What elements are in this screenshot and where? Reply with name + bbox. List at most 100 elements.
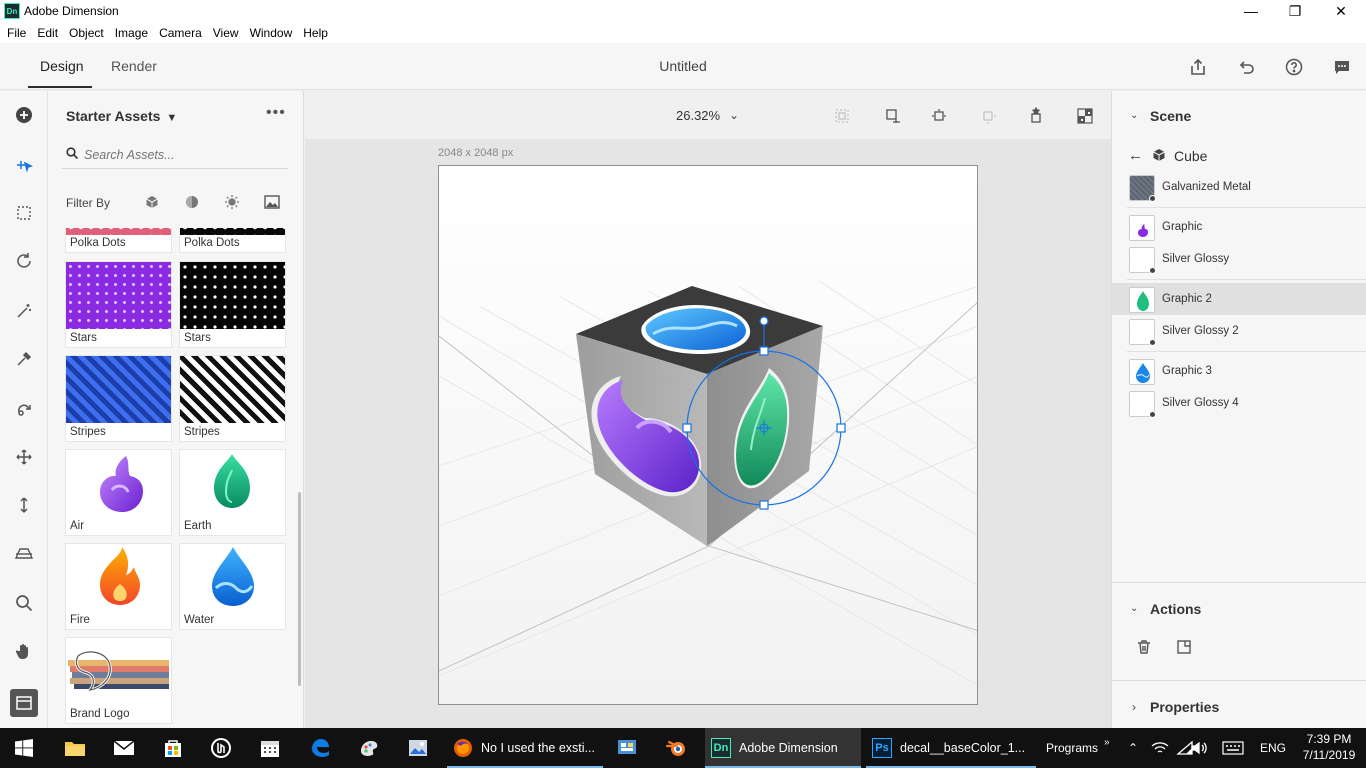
edge-browser-icon[interactable] — [300, 728, 340, 768]
canvas-toolbar: 26.32% ⌄ — [305, 91, 1111, 139]
help-icon[interactable] — [1282, 55, 1306, 79]
assets-scrollbar[interactable] — [298, 492, 301, 686]
add-content-icon[interactable] — [10, 101, 38, 129]
windows-start-icon[interactable] — [4, 728, 44, 768]
scene-item-graphic-2[interactable]: Graphic 2 — [1112, 283, 1366, 315]
mail-icon[interactable] — [104, 728, 144, 768]
paint-app-icon[interactable] — [349, 728, 389, 768]
frame-all-icon[interactable] — [831, 105, 853, 127]
asset-card-fire[interactable]: Fire — [65, 543, 172, 630]
place-on-ground-icon[interactable] — [1025, 105, 1047, 127]
file-explorer-icon[interactable] — [55, 728, 95, 768]
chevron-down-icon: ▼ — [166, 112, 178, 124]
image-viewer-icon[interactable] — [398, 728, 438, 768]
taskbar-app-firefox[interactable]: No I used the exsti... — [447, 728, 603, 768]
blender-icon[interactable] — [656, 728, 696, 768]
scene-item-graphic-3[interactable]: Graphic 3 — [1112, 355, 1366, 387]
expand-properties-chevron-icon[interactable]: › — [1132, 700, 1136, 714]
scene-item-silver-glossy-2[interactable]: Silver Glossy 2 — [1112, 315, 1366, 347]
asset-label: Stars — [184, 332, 211, 344]
network-icon[interactable] — [1150, 728, 1170, 768]
zoom-dropdown-chevron-icon[interactable]: ⌄ — [729, 108, 739, 122]
panel-toggle-icon[interactable] — [10, 689, 38, 717]
asset-card-polka-dots-black[interactable]: Polka Dots — [179, 228, 286, 253]
minimize-button[interactable]: — — [1228, 0, 1274, 22]
menu-file[interactable]: File — [7, 26, 26, 40]
unreal-engine-icon[interactable] — [201, 728, 241, 768]
menu-window[interactable]: Window — [250, 26, 293, 40]
zoom-tool-icon[interactable] — [10, 589, 38, 617]
keyboard-icon[interactable] — [1222, 728, 1244, 768]
tray-overflow-chevron-icon[interactable]: ⌃ — [1128, 728, 1138, 768]
air-graphic-swatch — [1129, 215, 1155, 241]
programs-toolbar[interactable]: Programs — [1046, 728, 1098, 768]
align-to-surface-icon[interactable] — [928, 105, 950, 127]
drop-to-surface-icon[interactable] — [977, 105, 999, 127]
starter-assets-dropdown[interactable]: Starter Assets ▼ — [66, 108, 177, 124]
eyedropper-icon[interactable] — [10, 345, 38, 373]
collapse-scene-chevron-icon[interactable]: ⌄ — [1130, 110, 1138, 121]
restore-button[interactable]: ❐ — [1272, 0, 1318, 22]
asset-card-stripes-blue[interactable]: Stripes — [65, 355, 172, 442]
viewport-canvas[interactable] — [438, 165, 978, 705]
asset-card-air[interactable]: Air — [65, 449, 172, 536]
asset-card-stars-black[interactable]: Stars — [179, 261, 286, 348]
clock-date[interactable]: 7/11/2019 — [1296, 748, 1362, 762]
filter-images-icon[interactable] — [264, 194, 280, 210]
collapse-actions-chevron-icon[interactable]: ⌄ — [1130, 603, 1138, 614]
asset-card-stripes-black[interactable]: Stripes — [179, 355, 286, 442]
share-icon[interactable] — [1186, 55, 1210, 79]
hand-tool-icon[interactable] — [10, 637, 38, 665]
move-to-ground-icon[interactable] — [882, 105, 904, 127]
close-button[interactable]: ✕ — [1318, 0, 1364, 22]
select-tool-icon[interactable] — [10, 151, 38, 179]
scene-item-graphic[interactable]: Graphic — [1112, 211, 1366, 243]
language-indicator[interactable]: ENG — [1260, 728, 1286, 768]
place-image-icon[interactable] — [1176, 639, 1192, 658]
orbit-camera-icon[interactable] — [10, 247, 38, 275]
menu-camera[interactable]: Camera — [159, 26, 202, 40]
asset-card-brand-logo[interactable]: Brand Logo — [65, 637, 172, 724]
delete-icon[interactable] — [1136, 639, 1152, 658]
pan-camera-icon[interactable] — [10, 443, 38, 471]
calendar-icon[interactable] — [250, 728, 290, 768]
filter-lights-icon[interactable] — [224, 194, 240, 210]
undo-icon[interactable] — [1234, 55, 1258, 79]
asset-card-earth[interactable]: Earth — [179, 449, 286, 536]
zoom-level[interactable]: 26.32% — [676, 108, 720, 123]
filter-models-icon[interactable] — [144, 194, 160, 210]
volume-icon[interactable] — [1190, 728, 1208, 768]
control-panel-icon[interactable] — [607, 728, 647, 768]
magic-wand-icon[interactable] — [10, 297, 38, 325]
clock-time[interactable]: 7:39 PM — [1296, 732, 1362, 746]
asset-label: Stripes — [184, 426, 220, 438]
taskbar-app-photoshop[interactable]: Ps decal__baseColor_1... — [866, 728, 1036, 768]
asset-label: Earth — [184, 520, 212, 532]
sample-material-icon[interactable] — [10, 395, 38, 423]
menu-help[interactable]: Help — [303, 26, 328, 40]
scene-divider — [1127, 207, 1366, 208]
menu-view[interactable]: View — [213, 26, 239, 40]
horizon-tool-icon[interactable] — [10, 539, 38, 567]
feedback-icon[interactable] — [1330, 55, 1354, 79]
menu-image[interactable]: Image — [115, 26, 148, 40]
asset-card-polka-dots-pink[interactable]: Polka Dots — [65, 228, 172, 253]
dolly-camera-icon[interactable] — [10, 491, 38, 519]
more-options-icon[interactable]: ••• — [266, 104, 286, 122]
taskbar-app-label: decal__baseColor_1... — [900, 741, 1026, 755]
scene-item-silver-glossy-4[interactable]: Silver Glossy 4 — [1112, 387, 1366, 419]
scene-item-silver-glossy[interactable]: Silver Glossy — [1112, 243, 1366, 275]
select-area-icon[interactable] — [10, 199, 38, 227]
store-icon[interactable] — [153, 728, 193, 768]
filter-materials-icon[interactable] — [184, 194, 200, 210]
asset-card-water[interactable]: Water — [179, 543, 286, 630]
back-arrow-icon[interactable]: ← — [1128, 147, 1143, 164]
render-preview-icon[interactable] — [1074, 105, 1096, 127]
search-input[interactable] — [84, 145, 280, 165]
taskbar-app-adobe-dimension[interactable]: Dn Adobe Dimension — [705, 728, 861, 768]
menu-object[interactable]: Object — [69, 26, 104, 40]
scene-item-galvanized-metal[interactable]: Galvanized Metal — [1112, 171, 1366, 203]
menu-edit[interactable]: Edit — [37, 26, 58, 40]
toolbar-expand-icon[interactable]: » — [1104, 722, 1110, 762]
asset-card-stars-purple[interactable]: Stars — [65, 261, 172, 348]
